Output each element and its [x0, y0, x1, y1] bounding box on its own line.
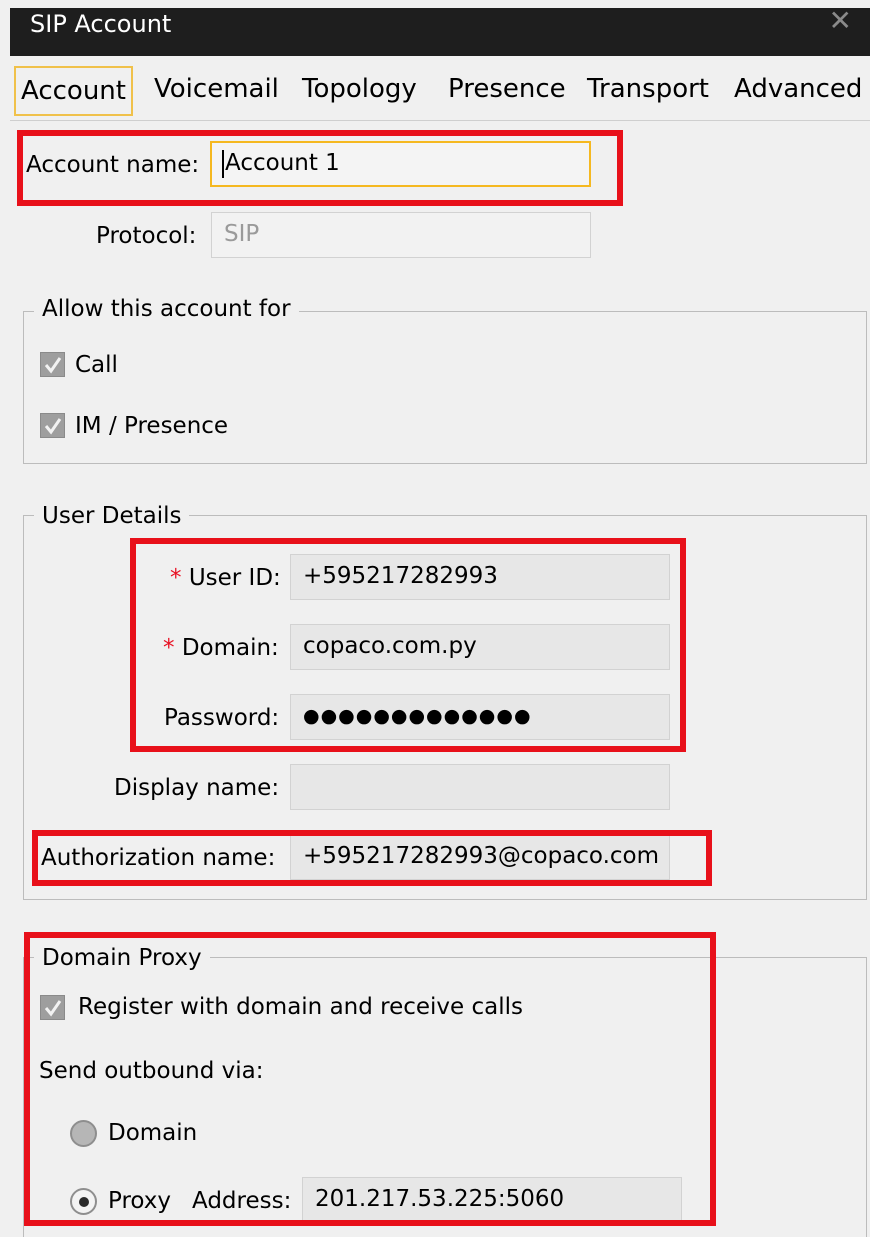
authorization-name-input[interactable]: +595217282993@copaco.com	[290, 834, 670, 880]
close-icon[interactable]: ✕	[829, 4, 852, 37]
tab-divider	[10, 120, 870, 121]
domain-radio-label: Domain	[108, 1120, 198, 1146]
user-id-label: * User ID:	[170, 565, 281, 591]
address-label: Address:	[192, 1188, 292, 1214]
text-caret	[222, 149, 224, 178]
domain-input[interactable]: copaco.com.py	[290, 624, 670, 670]
user-id-input[interactable]: +595217282993	[290, 554, 670, 600]
register-label: Register with domain and receive calls	[78, 994, 524, 1020]
im-presence-checkbox[interactable]	[40, 413, 65, 438]
protocol-label: Protocol:	[96, 223, 197, 249]
tab-bar: Account Voicemail Topology Presence Tran…	[10, 62, 870, 118]
display-name-label: Display name:	[114, 775, 280, 801]
user-details-legend: User Details	[34, 503, 190, 529]
user-id-label-text: User ID:	[188, 565, 281, 591]
authorization-name-label: Authorization name:	[41, 845, 276, 871]
tab-topology[interactable]: Topology	[296, 66, 423, 112]
send-outbound-label: Send outbound via:	[39, 1058, 264, 1084]
account-name-value: Account 1	[225, 150, 340, 176]
call-checkbox[interactable]	[40, 352, 65, 377]
allow-account-legend: Allow this account for	[34, 296, 299, 322]
password-input[interactable]: ●●●●●●●●●●●●●	[290, 694, 670, 740]
domain-label: * Domain:	[163, 635, 279, 661]
password-label: Password:	[164, 705, 280, 731]
required-mark: *	[170, 565, 182, 591]
domain-proxy-legend: Domain Proxy	[34, 945, 210, 971]
checkmark-icon	[44, 999, 61, 1016]
tab-voicemail[interactable]: Voicemail	[148, 66, 285, 112]
call-label: Call	[75, 352, 118, 378]
domain-radio[interactable]	[70, 1120, 97, 1147]
register-checkbox[interactable]	[40, 995, 65, 1020]
proxy-address-input[interactable]: 201.217.53.225:5060	[302, 1177, 682, 1223]
display-name-input[interactable]	[290, 764, 670, 810]
tab-presence[interactable]: Presence	[442, 66, 572, 112]
tab-transport[interactable]: Transport	[581, 66, 715, 112]
checkmark-icon	[44, 356, 61, 373]
radio-dot	[78, 1196, 89, 1207]
tab-account[interactable]: Account	[14, 66, 133, 116]
account-name-input[interactable]: Account 1	[210, 141, 591, 187]
tab-advanced[interactable]: Advanced	[728, 66, 868, 112]
domain-label-text: Domain:	[181, 635, 279, 661]
proxy-radio-label: Proxy	[108, 1188, 172, 1214]
account-name-label: Account name:	[26, 152, 200, 178]
im-presence-label: IM / Presence	[75, 413, 229, 439]
proxy-radio[interactable]	[70, 1188, 97, 1215]
checkmark-icon	[44, 417, 61, 434]
window-title: SIP Account	[30, 10, 172, 38]
required-mark: *	[163, 635, 175, 661]
protocol-field: SIP	[211, 212, 591, 258]
allow-account-group	[23, 311, 867, 464]
